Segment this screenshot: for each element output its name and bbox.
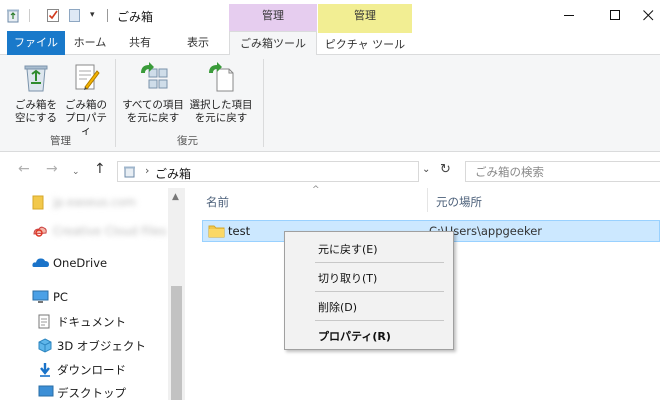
refresh-icon[interactable]: ↻ — [440, 162, 451, 177]
restore-all-label-line1: すべての項目 — [122, 99, 184, 111]
up-arrow-icon[interactable]: ↑ — [94, 162, 106, 176]
folder-icon — [208, 224, 225, 241]
tab-share[interactable]: 共有 — [116, 31, 164, 55]
ribbon-group-separator — [115, 59, 116, 147]
customize-qa-dropdown-icon[interactable]: ▾ — [90, 10, 95, 20]
restore-all-items-button[interactable]: すべての項目 を元に戻す — [120, 61, 186, 125]
nav-item-label: ドキュメント — [57, 315, 126, 329]
search-input[interactable] — [475, 162, 645, 181]
column-divider[interactable] — [427, 188, 428, 212]
recent-dropdown-icon[interactable]: ⌄ — [72, 165, 80, 179]
window-title: ごみ箱 — [117, 10, 154, 24]
folder-icon — [32, 195, 48, 210]
ribbon: ごみ箱を 空にする ごみ箱の プロパティ 管理 すべての項目 を元に戻す 選択し… — [0, 55, 660, 152]
restore-selected-items-button[interactable]: 選択した項目 を元に戻す — [187, 61, 255, 125]
address-bar[interactable]: › ごみ箱 — [117, 161, 419, 182]
minimize-button[interactable] — [546, 0, 592, 31]
restore-all-icon — [141, 62, 168, 89]
nav-item-pc[interactable]: PC — [0, 286, 168, 308]
desktop-icon — [38, 385, 54, 399]
context-menu: 元に戻す(E) 切り取り(T) 削除(D) プロパティ(R) — [284, 231, 454, 350]
menu-item-cut[interactable]: 切り取り(T) — [318, 270, 377, 286]
nav-pane-scrollbar[interactable]: ▲ — [168, 188, 185, 400]
column-header-name[interactable]: 名前 — [206, 194, 229, 210]
navigation-pane: jp.easeus.com Creative Cloud Files OneDr… — [0, 188, 185, 400]
recycle-bin-properties-button[interactable]: ごみ箱の プロパティ — [61, 61, 111, 138]
nav-item-label: デスクトップ — [57, 386, 126, 400]
properties-check-icon[interactable] — [46, 8, 60, 26]
empty-bin-icon — [24, 65, 48, 92]
tab-home[interactable]: ホーム — [66, 31, 114, 55]
nav-item-label: ダウンロード — [57, 363, 126, 377]
nav-item-3d-objects[interactable]: 3D オブジェクト — [0, 334, 168, 356]
navigation-bar: ← → ⌄ ↑ › ごみ箱 ⌄ ↻ — [0, 152, 660, 188]
forward-arrow-icon[interactable]: → — [46, 162, 58, 176]
nav-item-blurred-folder[interactable]: jp.easeus.com — [0, 191, 168, 213]
file-name: test — [228, 224, 251, 238]
tab-file[interactable]: ファイル — [7, 31, 65, 55]
menu-item-restore[interactable]: 元に戻す(E) — [318, 241, 378, 257]
address-history-dropdown-icon[interactable]: ⌄ — [422, 164, 430, 175]
menu-separator — [315, 262, 444, 263]
nav-item-label: OneDrive — [53, 256, 108, 270]
nav-item-documents[interactable]: ドキュメント — [0, 310, 168, 332]
empty-bin-label-line1: ごみ箱を — [15, 99, 57, 111]
menu-item-properties[interactable]: プロパティ(R) — [318, 328, 391, 344]
new-folder-icon[interactable] — [68, 8, 81, 26]
3d-objects-icon — [38, 338, 54, 353]
title-bar: ▾ ごみ箱 管理 管理 — [0, 0, 660, 32]
nav-item-label: 3D オブジェクト — [57, 339, 146, 353]
menu-item-delete[interactable]: 削除(D) — [318, 299, 357, 315]
back-arrow-icon[interactable]: ← — [18, 162, 30, 176]
manage-context-header-1: 管理 — [229, 4, 317, 32]
scrollbar-thumb[interactable] — [171, 286, 182, 400]
properties-label-line2: プロパティ — [65, 112, 107, 137]
ribbon-tab-bar: ファイル ホーム 共有 表示 ごみ箱ツール ピクチャ ツール — [0, 31, 660, 56]
close-button[interactable] — [636, 0, 660, 31]
menu-separator — [315, 320, 444, 321]
sort-ascending-icon: ^ — [312, 185, 320, 195]
group-label-restore: 復元 — [177, 135, 198, 147]
breadcrumb-current[interactable]: ごみ箱 — [155, 165, 191, 182]
maximize-button[interactable] — [592, 0, 638, 31]
onedrive-icon — [32, 256, 49, 270]
empty-bin-label-line2: 空にする — [14, 112, 58, 124]
breadcrumb-chevron-icon[interactable]: › — [145, 164, 149, 177]
group-label-manage: 管理 — [50, 135, 71, 147]
nav-item-label: jp.easeus.com — [53, 195, 136, 209]
qa-separator — [29, 9, 30, 22]
nav-item-downloads[interactable]: ダウンロード — [0, 358, 168, 380]
empty-recycle-bin-button[interactable]: ごみ箱を 空にする — [13, 61, 59, 125]
column-header-original-location[interactable]: 元の場所 — [436, 194, 482, 210]
restore-selected-icon — [209, 62, 234, 92]
ribbon-group-separator-2 — [263, 59, 264, 147]
address-recycle-bin-icon — [123, 165, 136, 181]
restore-selected-label-line1: 選択した項目 — [189, 99, 253, 111]
recycle-bin-icon[interactable] — [6, 8, 20, 26]
creative-cloud-icon — [32, 224, 48, 238]
title-separator — [107, 9, 108, 22]
nav-item-label: Creative Cloud Files — [53, 224, 167, 238]
nav-item-desktop[interactable]: デスクトップ — [0, 381, 168, 400]
nav-item-creative-cloud[interactable]: Creative Cloud Files — [0, 220, 168, 242]
nav-item-onedrive[interactable]: OneDrive — [0, 252, 168, 274]
restore-selected-label-line2: を元に戻す — [194, 112, 248, 124]
properties-label-line1: ごみ箱の — [65, 99, 107, 111]
properties-icon — [75, 64, 100, 90]
tab-picture-tools[interactable]: ピクチャ ツール — [318, 31, 412, 55]
search-box[interactable] — [465, 161, 660, 182]
scroll-up-arrow-icon[interactable]: ▲ — [172, 192, 179, 202]
tab-recycle-bin-tools[interactable]: ごみ箱ツール — [229, 31, 317, 56]
pc-monitor-icon — [32, 290, 49, 304]
nav-item-label: PC — [53, 290, 68, 304]
manage-context-header-2: 管理 — [318, 4, 412, 32]
tab-view[interactable]: 表示 — [172, 31, 224, 55]
restore-all-label-line2: を元に戻す — [126, 112, 180, 124]
downloads-arrow-icon — [38, 362, 54, 377]
menu-separator — [315, 291, 444, 292]
documents-icon — [38, 314, 54, 329]
